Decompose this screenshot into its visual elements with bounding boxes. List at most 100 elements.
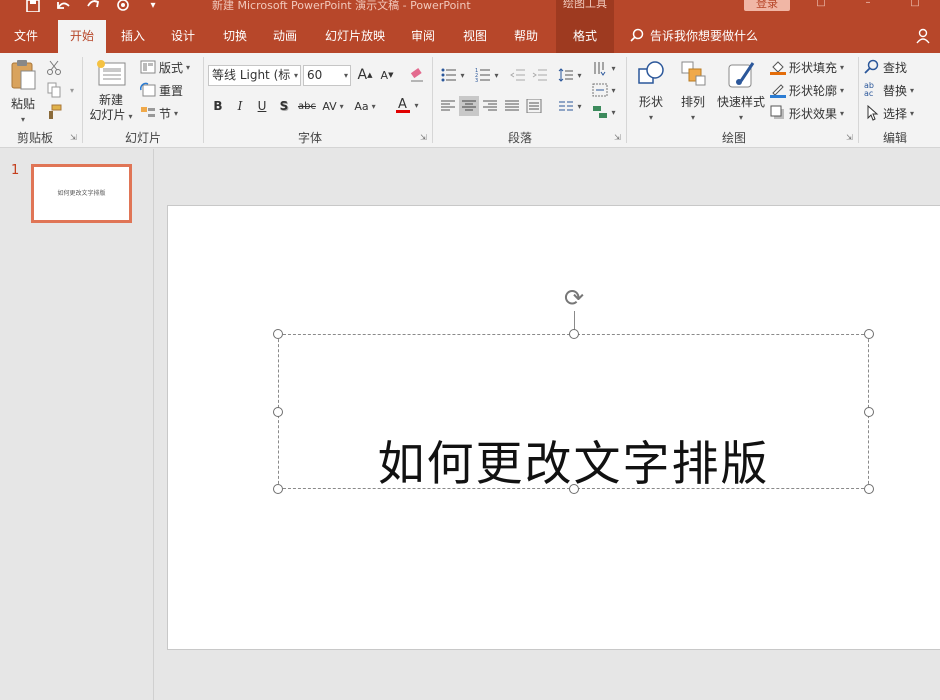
tell-me-label: 告诉我你想要做什么 xyxy=(650,29,758,43)
bullets-icon[interactable]: ▾ xyxy=(438,65,468,85)
new-slide-button[interactable]: 新建 幻灯片▾ xyxy=(87,59,135,124)
line-spacing-icon[interactable]: ▾ xyxy=(556,65,584,85)
text-direction-icon[interactable]: ▾ xyxy=(590,58,618,78)
paragraph-group-label: 段落 xyxy=(434,129,606,146)
quick-styles-button[interactable]: 快速样式 ▾ xyxy=(714,59,768,125)
tab-file[interactable]: 文件 xyxy=(0,20,52,53)
columns-icon[interactable]: ▾ xyxy=(556,96,584,116)
font-group-label: 字体 xyxy=(205,129,415,146)
customize-icon[interactable]: ▾ xyxy=(138,0,168,12)
reset-button[interactable]: 重置 xyxy=(140,80,183,100)
font-size-dropdown-icon[interactable]: ▾ xyxy=(344,66,348,85)
login-button[interactable]: 登录 xyxy=(744,0,790,11)
find-button[interactable]: 查找 xyxy=(864,57,907,77)
distributed-icon[interactable] xyxy=(524,96,544,116)
font-color-icon[interactable]: A▾ xyxy=(392,95,422,115)
paragraph-launcher-icon[interactable]: ⇲ xyxy=(614,133,621,142)
arrange-button[interactable]: 排列 ▾ xyxy=(674,59,712,125)
minimize-icon[interactable]: – xyxy=(853,0,883,10)
resize-handle[interactable] xyxy=(273,484,283,494)
section-icon xyxy=(140,105,156,121)
format-painter-icon[interactable] xyxy=(44,102,64,122)
strikethrough-icon[interactable]: abc xyxy=(296,96,318,116)
tab-slideshow[interactable]: 幻灯片放映 xyxy=(316,20,394,53)
slide[interactable]: ⟳ 如何更改文字排版 xyxy=(167,205,940,650)
replace-button[interactable]: abac 替换▾ xyxy=(864,80,914,100)
slide-editing-area: ⟳ 如何更改文字排版 xyxy=(155,149,940,700)
resize-handle[interactable] xyxy=(273,407,283,417)
decrease-indent-icon[interactable] xyxy=(508,65,528,85)
font-name-dropdown-icon[interactable]: ▾ xyxy=(294,66,298,85)
rotate-handle-icon[interactable]: ⟳ xyxy=(561,285,587,311)
section-button[interactable]: 节▾ xyxy=(140,103,178,123)
select-button[interactable]: 选择▾ xyxy=(864,103,914,123)
smartart-icon[interactable]: ▾ xyxy=(590,102,618,122)
resize-handle[interactable] xyxy=(864,407,874,417)
align-center-icon[interactable] xyxy=(459,96,479,116)
tab-format[interactable]: 格式 xyxy=(556,20,614,53)
font-name-combo[interactable]: 等线 Light (标▾ xyxy=(208,65,301,86)
tab-review[interactable]: 审阅 xyxy=(400,20,446,53)
italic-icon[interactable]: I xyxy=(230,96,250,116)
share-icon[interactable] xyxy=(916,28,932,48)
slides-group-label: 幻灯片 xyxy=(84,129,202,146)
present-icon[interactable] xyxy=(108,0,138,12)
underline-icon[interactable]: U xyxy=(252,96,272,116)
save-icon[interactable] xyxy=(18,0,48,12)
shrink-font-icon[interactable]: A▼ xyxy=(377,65,397,85)
effects-icon xyxy=(770,105,786,121)
shape-fill-label: 形状填充 xyxy=(789,59,837,76)
tell-me-search[interactable]: 告诉我你想要做什么 xyxy=(630,20,758,53)
resize-handle[interactable] xyxy=(273,329,283,339)
paste-dropdown-icon[interactable]: ▾ xyxy=(6,112,40,127)
resize-handle[interactable] xyxy=(569,484,579,494)
shapes-button[interactable]: 形状 ▾ xyxy=(632,59,670,125)
paste-label: 粘贴 xyxy=(6,97,40,112)
clear-formatting-icon[interactable] xyxy=(407,65,427,85)
tab-help[interactable]: 帮助 xyxy=(503,20,549,53)
clipboard-launcher-icon[interactable]: ⇲ xyxy=(70,133,77,142)
font-size-combo[interactable]: 60▾ xyxy=(303,65,351,86)
layout-button[interactable]: 版式▾ xyxy=(140,57,190,77)
slide-thumbnail[interactable]: 如何更改文字排版 xyxy=(31,164,132,223)
shape-fill-button[interactable]: 形状填充▾ xyxy=(770,57,844,77)
resize-handle[interactable] xyxy=(864,329,874,339)
tab-design[interactable]: 设计 xyxy=(160,20,206,53)
font-launcher-icon[interactable]: ⇲ xyxy=(420,133,427,142)
slide-thumbnail-pane: 1 如何更改文字排版 xyxy=(0,149,154,700)
tab-view[interactable]: 视图 xyxy=(452,20,498,53)
title-textbox[interactable]: ⟳ 如何更改文字排版 xyxy=(278,334,869,489)
change-case-icon[interactable]: Aa▾ xyxy=(352,96,378,116)
maximize-icon[interactable]: □ xyxy=(900,0,930,10)
align-text-icon[interactable]: ▾ xyxy=(590,80,618,100)
align-left-icon[interactable] xyxy=(438,96,458,116)
bold-icon[interactable]: B xyxy=(208,96,228,116)
copy-dropdown-icon[interactable]: ▾ xyxy=(62,80,82,100)
drawing-group-label: 绘图 xyxy=(628,129,840,146)
tab-insert[interactable]: 插入 xyxy=(110,20,156,53)
undo-icon[interactable] xyxy=(48,0,78,12)
drawing-launcher-icon[interactable]: ⇲ xyxy=(846,133,853,142)
text-shadow-icon[interactable]: S xyxy=(274,96,294,116)
tab-transitions[interactable]: 切换 xyxy=(212,20,258,53)
align-right-icon[interactable] xyxy=(480,96,500,116)
justify-icon[interactable] xyxy=(502,96,522,116)
shape-effects-button[interactable]: 形状效果▾ xyxy=(770,103,844,123)
shape-outline-label: 形状轮廓 xyxy=(789,82,837,99)
ribbon-display-icon[interactable]: □ xyxy=(806,0,836,10)
tab-home[interactable]: 开始 xyxy=(58,20,106,53)
copy-icon[interactable] xyxy=(44,80,64,100)
clipboard-group-label: 剪贴板 xyxy=(0,129,70,146)
resize-handle[interactable] xyxy=(569,329,579,339)
numbering-icon[interactable]: 123▾ xyxy=(472,65,502,85)
character-spacing-icon[interactable]: AV▾ xyxy=(320,96,346,116)
paste-button[interactable]: 粘贴 ▾ xyxy=(6,59,40,127)
reset-label: 重置 xyxy=(159,82,183,99)
redo-icon[interactable] xyxy=(78,0,108,12)
grow-font-icon[interactable]: A▲ xyxy=(355,65,375,85)
cut-icon[interactable] xyxy=(44,58,64,78)
increase-indent-icon[interactable] xyxy=(530,65,550,85)
tab-animations[interactable]: 动画 xyxy=(262,20,308,53)
shape-outline-button[interactable]: 形状轮廓▾ xyxy=(770,80,844,100)
resize-handle[interactable] xyxy=(864,484,874,494)
